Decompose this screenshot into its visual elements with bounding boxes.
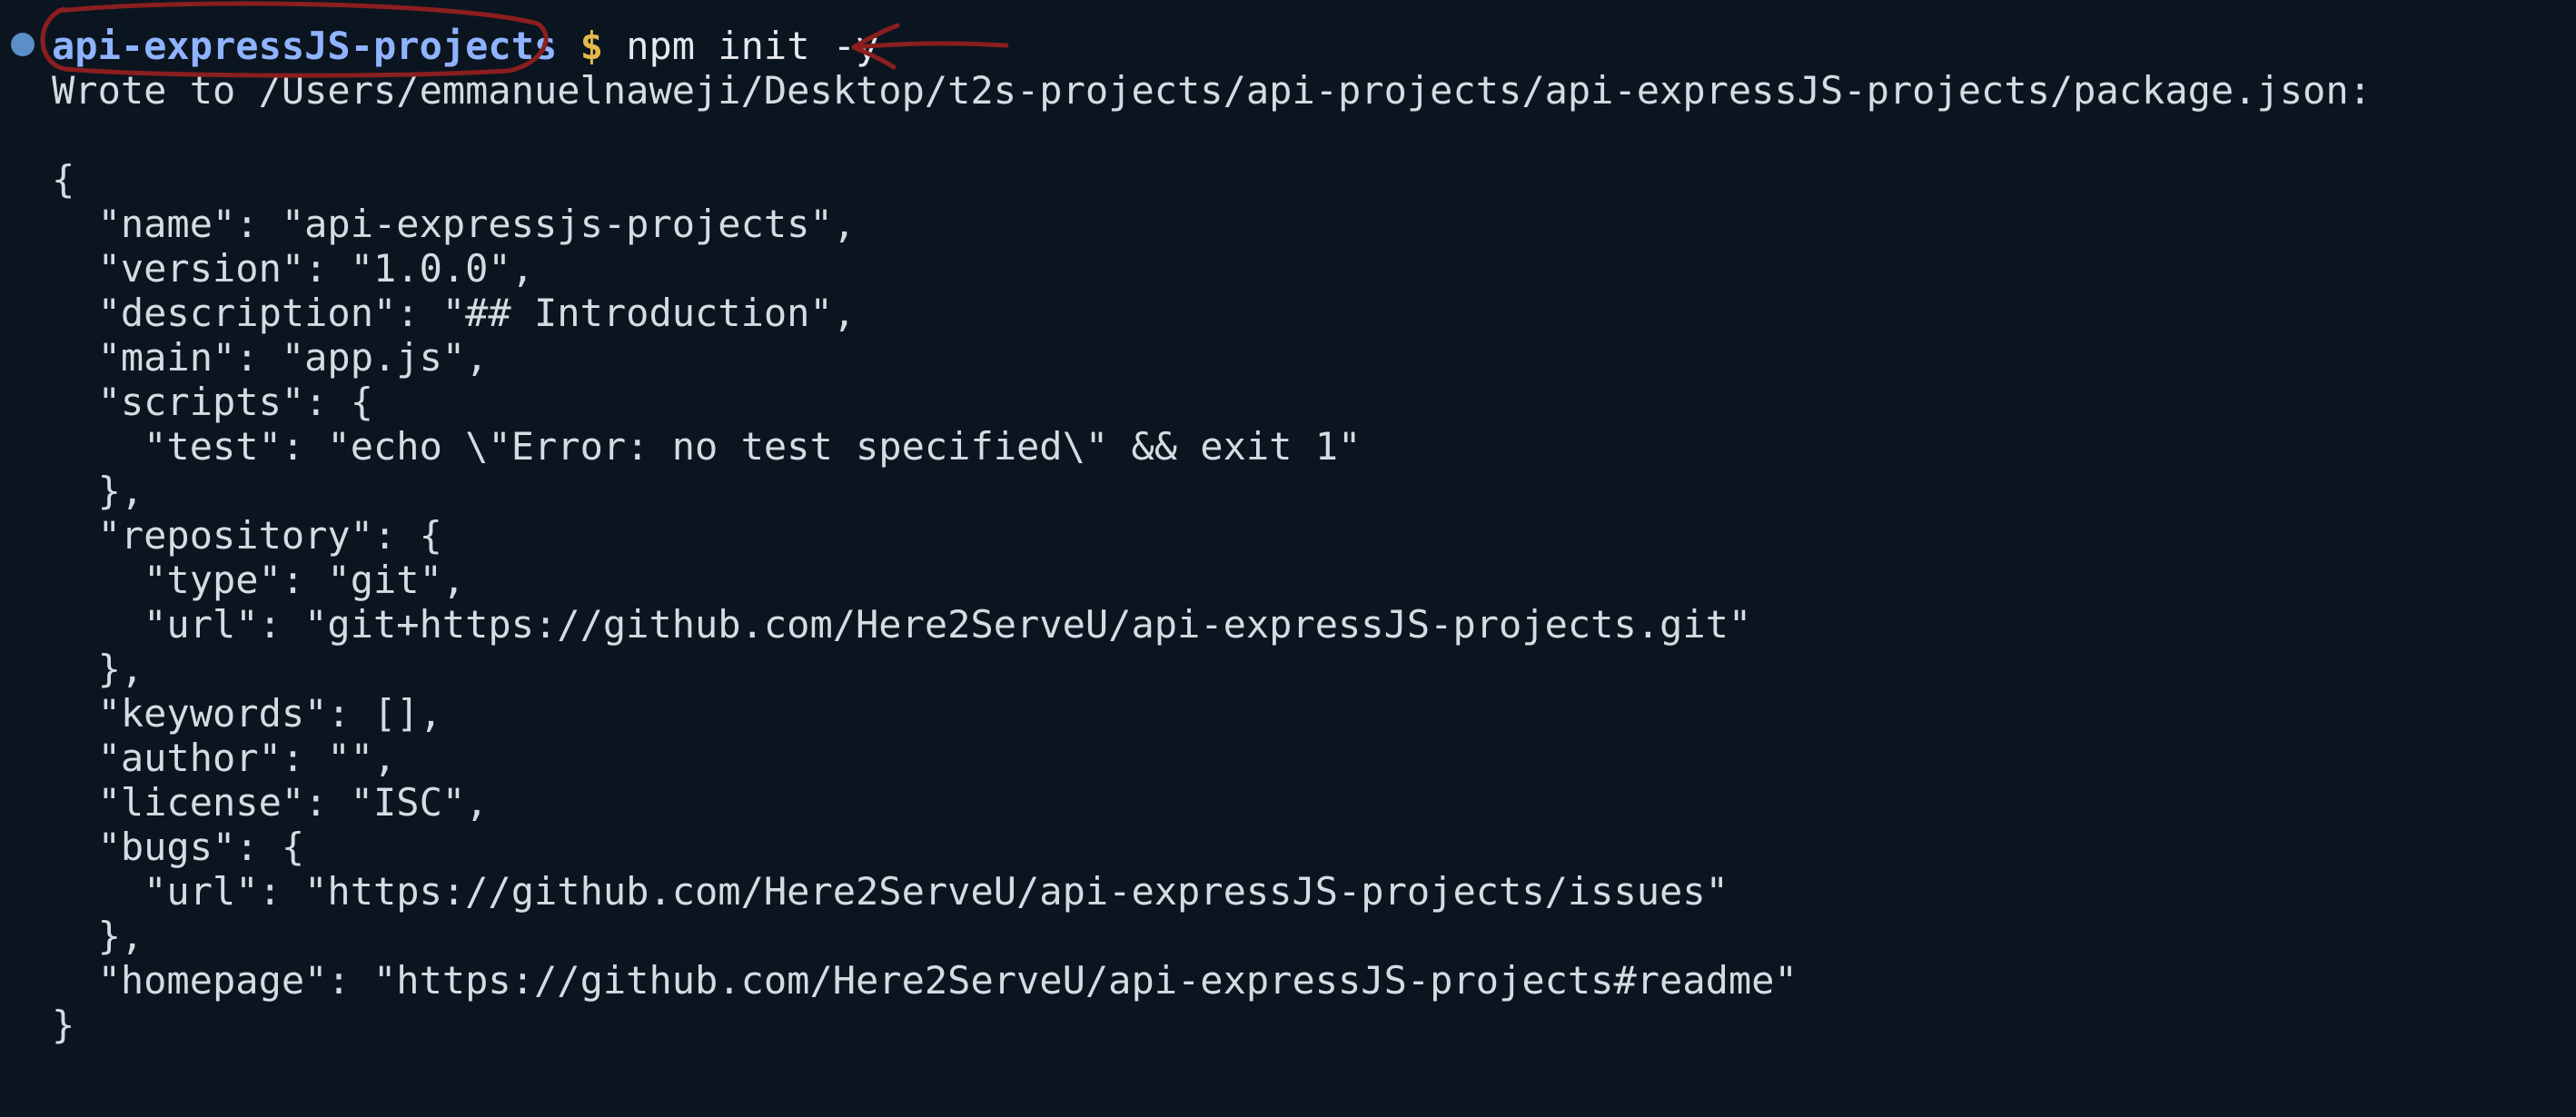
output-line: }, xyxy=(52,469,144,513)
output-line: "name": "api-expressjs-projects", xyxy=(52,202,857,246)
output-line: { xyxy=(52,157,75,202)
output-line: "description": "## Introduction", xyxy=(52,291,857,335)
output-line: Wrote to /Users/emmanuelnaweji/Desktop/t… xyxy=(52,68,2372,113)
output-line: "version": "1.0.0", xyxy=(52,246,535,291)
output-line: "author": "", xyxy=(52,736,397,780)
output-line: "url": "https://github.com/Here2ServeU/a… xyxy=(52,869,1729,914)
output-line: "test": "echo \"Error: no test specified… xyxy=(52,424,1362,469)
output-line: "homepage": "https://github.com/Here2Ser… xyxy=(52,958,1798,1003)
prompt-symbol: $ xyxy=(580,24,603,68)
output-line: }, xyxy=(52,914,144,958)
prompt-directory: api-expressJS-projects xyxy=(52,24,558,68)
output-line: }, xyxy=(52,647,144,691)
output-line: "repository": { xyxy=(52,513,442,558)
terminal-window[interactable]: api-expressJS-projects $ npm init -y Wro… xyxy=(0,0,2576,1117)
output-line: "url": "git+https://github.com/Here2Serv… xyxy=(52,602,1752,647)
output-line: "keywords": [], xyxy=(52,691,442,736)
prompt-status-dot-icon xyxy=(11,33,35,56)
output-line: "bugs": { xyxy=(52,825,305,869)
output-line: "main": "app.js", xyxy=(52,335,489,380)
output-line: "scripts": { xyxy=(52,380,374,424)
output-line: "type": "git", xyxy=(52,558,466,602)
output-line: } xyxy=(52,1003,75,1047)
prompt-line: api-expressJS-projects $ npm init -y xyxy=(52,24,878,68)
output-line: "license": "ISC", xyxy=(52,780,489,825)
command-text: npm init -y xyxy=(626,24,879,68)
